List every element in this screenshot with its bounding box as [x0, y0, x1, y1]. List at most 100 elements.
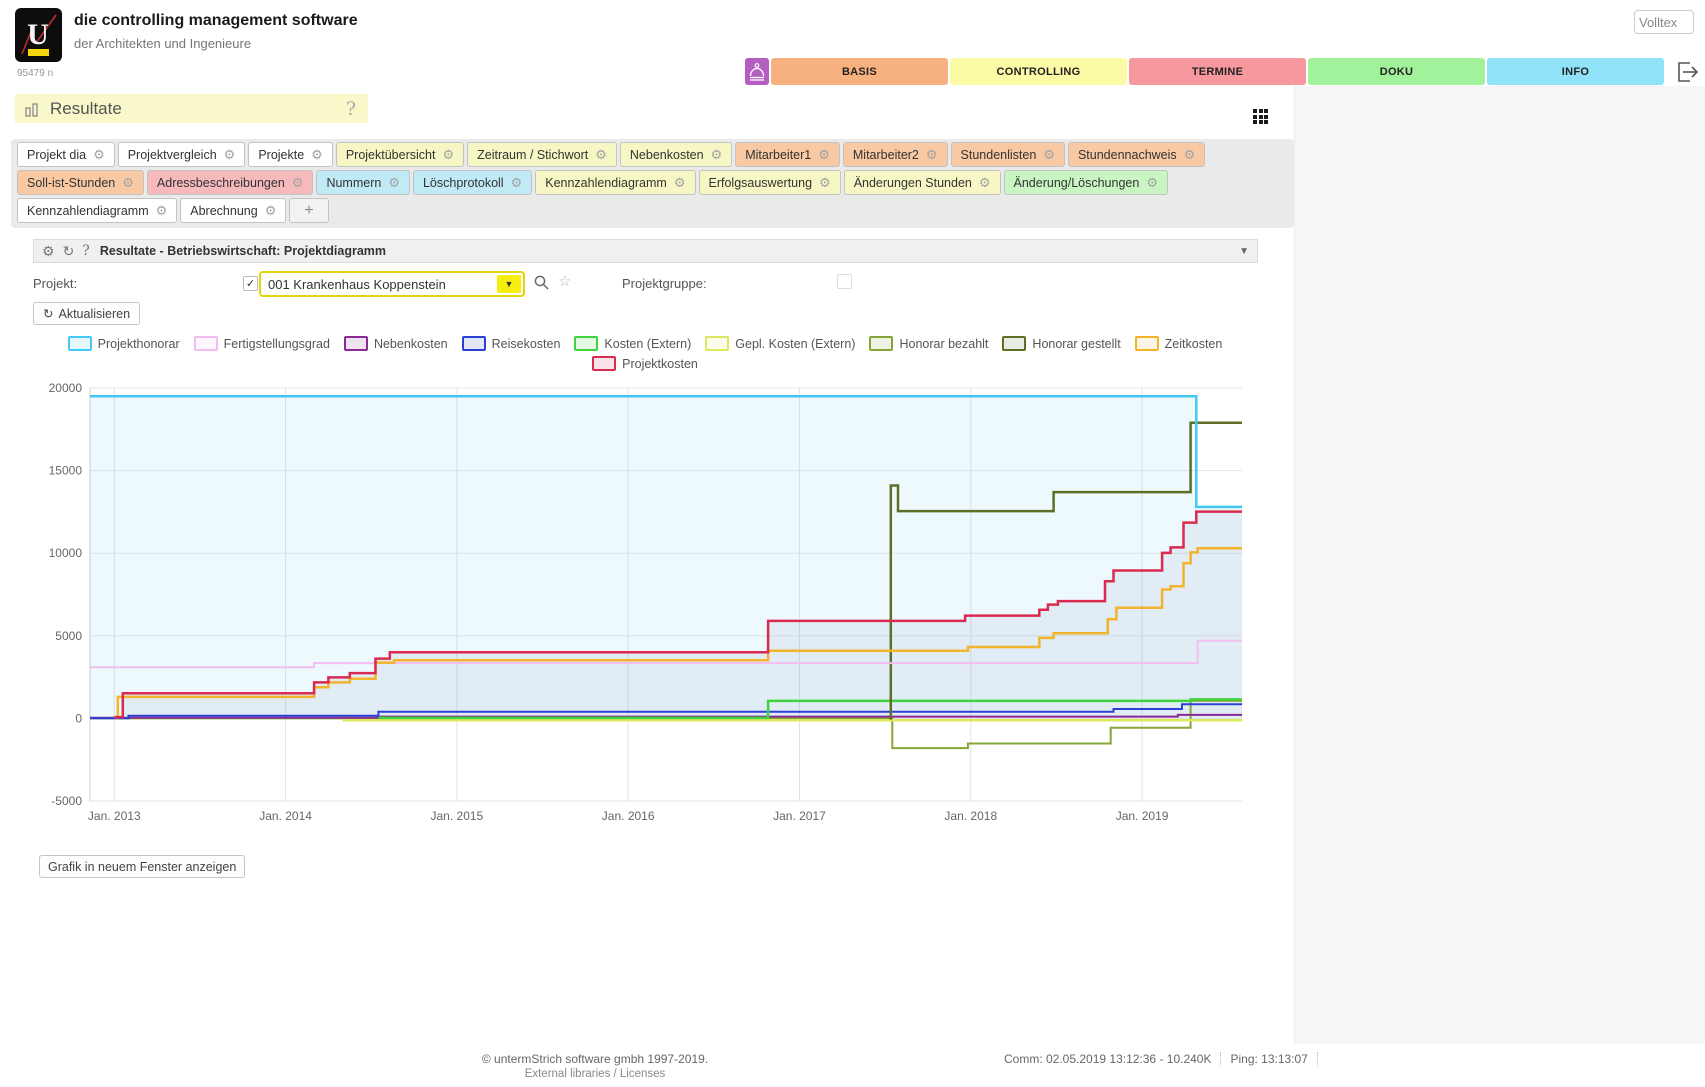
apps-grid-icon[interactable] [1253, 109, 1269, 125]
project-checkbox[interactable]: ✓ [243, 276, 258, 291]
module-title: Resultate - Betriebswirtschaft: Projektd… [100, 244, 386, 258]
legend-swatch [68, 336, 92, 351]
module-toolbar: ⚙ ↻ ? Resultate - Betriebswirtschaft: Pr… [33, 239, 1258, 263]
untermstrich-logo: U [15, 8, 62, 62]
workspace-tab-zeitraum-stichwort[interactable]: Zeitraum / Stichwort⚙ [467, 142, 617, 167]
svg-text:Jan. 2019: Jan. 2019 [1116, 809, 1169, 823]
workspace-tab-mitarbeiter2[interactable]: Mitarbeiter2⚙ [843, 142, 948, 167]
legend-label: Projektkosten [622, 357, 698, 371]
workspace-tab-nebenkosten[interactable]: Nebenkosten ⚙ [620, 142, 732, 167]
help-icon[interactable]: ? [346, 98, 356, 120]
workspace-tab-stundenlisten[interactable]: Stundenlisten⚙ [951, 142, 1065, 167]
tab-label: Projektübersicht [346, 148, 436, 162]
open-in-new-window-button[interactable]: Grafik in neuem Fenster anzeigen [39, 855, 245, 878]
tab-label: Nebenkosten [630, 148, 704, 162]
tab-settings-gear-icon[interactable]: ⚙ [122, 176, 134, 189]
copyright-text: © untermStrich software gmbh 1997-2019. [380, 1052, 810, 1066]
workspace-tab-projekt-bersicht[interactable]: Projektübersicht ⚙ [336, 142, 464, 167]
tab-label: Projekte [258, 148, 304, 162]
workspace-tab-adressbeschreibungen[interactable]: Adressbeschreibungen⚙ [147, 170, 314, 195]
tab-settings-gear-icon[interactable]: ⚙ [511, 176, 523, 189]
tab-label: Löschprotokoll [423, 176, 504, 190]
svg-text:10000: 10000 [49, 546, 83, 560]
favorite-star-icon[interactable]: ☆ [558, 272, 571, 290]
project-search-button[interactable] [533, 274, 550, 296]
workspace-tab-kennzahlendiagramm[interactable]: Kennzahlendiagramm⚙ [17, 198, 177, 223]
tab-settings-gear-icon[interactable]: ⚙ [311, 148, 323, 161]
add-tab-button[interactable]: + [289, 198, 328, 223]
nav-tab-doku[interactable]: DOKU [1308, 58, 1485, 85]
workspace-tab-projekt-dia[interactable]: Projekt dia⚙ [17, 142, 115, 167]
workspace-tab-projektvergleich[interactable]: Projektvergleich ⚙ [118, 142, 246, 167]
project-select[interactable]: 001 Krankenhaus Koppenstein ▼ [259, 271, 525, 297]
tab-label: Projektvergleich [128, 148, 217, 162]
tab-settings-gear-icon[interactable]: ⚙ [1043, 148, 1055, 161]
legend-swatch [1002, 336, 1026, 351]
tab-settings-gear-icon[interactable]: ⚙ [711, 148, 723, 161]
reload-icon[interactable]: ↻ [63, 244, 75, 258]
legend-swatch [869, 336, 893, 351]
legend-item-kosten-extern: Kosten (Extern) [574, 336, 691, 351]
nav-tab-controlling[interactable]: CONTROLLING [950, 58, 1127, 85]
legend-swatch [344, 336, 368, 351]
workspace-tab-nderungen-stunden[interactable]: Änderungen Stunden ⚙ [844, 170, 1001, 195]
tab-settings-gear-icon[interactable]: ⚙ [595, 148, 607, 161]
collapse-caret-icon[interactable]: ▼ [1239, 246, 1249, 257]
toolbar-help-icon[interactable]: ? [82, 244, 90, 258]
workspace-tab-kennzahlendiagramm[interactable]: Kennzahlendiagramm⚙ [535, 170, 695, 195]
project-select-arrow-icon[interactable]: ▼ [497, 275, 521, 293]
fulltext-search-input[interactable] [1634, 10, 1694, 34]
svg-text:Jan. 2015: Jan. 2015 [431, 809, 484, 823]
workspace-tab-nummern[interactable]: Nummern⚙ [316, 170, 410, 195]
main-menu-button[interactable] [745, 58, 769, 85]
tab-settings-gear-icon[interactable]: ⚙ [979, 176, 991, 189]
workspace-tab-mitarbeiter1[interactable]: Mitarbeiter1⚙ [735, 142, 840, 167]
tab-settings-gear-icon[interactable]: ⚙ [926, 148, 938, 161]
settings-gear-icon[interactable]: ⚙ [42, 244, 55, 258]
tab-settings-gear-icon[interactable]: ⚙ [1184, 148, 1196, 161]
refresh-button[interactable]: ↻ Aktualisieren [33, 302, 140, 325]
app-subtitle: der Architekten und Ingenieure [74, 36, 251, 51]
svg-text:Jan. 2014: Jan. 2014 [259, 809, 312, 823]
svg-text:5000: 5000 [55, 629, 82, 643]
workspace-tab-projekte[interactable]: Projekte ⚙ [248, 142, 333, 167]
legend-item-fertigstellungsgrad: Fertigstellungsgrad [194, 336, 330, 351]
tab-label: Erfolgsauswertung [709, 176, 813, 190]
tab-settings-gear-icon[interactable]: ⚙ [156, 204, 168, 217]
tab-settings-gear-icon[interactable]: ⚙ [265, 204, 277, 217]
project-group-checkbox[interactable] [837, 274, 852, 289]
workspace-tab-stundennachweis[interactable]: Stundennachweis⚙ [1068, 142, 1205, 167]
workspace-tab-erfolgsauswertung[interactable]: Erfolgsauswertung ⚙ [699, 170, 841, 195]
legend-label: Projekthonorar [98, 337, 180, 351]
logout-button[interactable] [1674, 59, 1700, 85]
tab-settings-gear-icon[interactable]: ⚙ [224, 148, 236, 161]
tab-settings-gear-icon[interactable]: ⚙ [818, 148, 830, 161]
licenses-link[interactable]: External libraries / Licenses [380, 1068, 810, 1080]
tab-label: Änderungen Stunden [854, 176, 972, 190]
footer: © untermStrich software gmbh 1997-2019. … [0, 1044, 1705, 1087]
tab-settings-gear-icon[interactable]: ⚙ [388, 176, 400, 189]
nav-tab-info[interactable]: INFO [1487, 58, 1664, 85]
workspace-tab-nderung-l-schungen[interactable]: Änderung/Löschungen⚙ [1004, 170, 1168, 195]
app-title: die controlling management software [74, 12, 358, 30]
legend-item-nebenkosten: Nebenkosten [344, 336, 448, 351]
main-nav: BASISCONTROLLINGTERMINEDOKUINFO [745, 58, 1664, 85]
tab-settings-gear-icon[interactable]: ⚙ [674, 176, 686, 189]
legend-label: Kosten (Extern) [604, 337, 691, 351]
tab-settings-gear-icon[interactable]: ⚙ [93, 148, 105, 161]
svg-text:0: 0 [75, 711, 82, 725]
workspace-tab-soll-ist-stunden[interactable]: Soll-ist-Stunden ⚙ [17, 170, 144, 195]
tab-label: Abrechnung [190, 204, 257, 218]
logo-graphic: U [15, 8, 62, 62]
ping-status: Ping: 13:13:07 [1220, 1052, 1317, 1066]
tab-settings-gear-icon[interactable]: ⚙ [819, 176, 831, 189]
nav-tab-basis[interactable]: BASIS [771, 58, 948, 85]
tab-label: Soll-ist-Stunden [27, 176, 115, 190]
workspace-tab-l-schprotokoll[interactable]: Löschprotokoll ⚙ [413, 170, 532, 195]
legend-item-projekthonorar: Projekthonorar [68, 336, 180, 351]
tab-settings-gear-icon[interactable]: ⚙ [1146, 176, 1158, 189]
tab-settings-gear-icon[interactable]: ⚙ [292, 176, 304, 189]
workspace-tab-abrechnung[interactable]: Abrechnung ⚙ [180, 198, 286, 223]
tab-settings-gear-icon[interactable]: ⚙ [442, 148, 454, 161]
nav-tab-termine[interactable]: TERMINE [1129, 58, 1306, 85]
